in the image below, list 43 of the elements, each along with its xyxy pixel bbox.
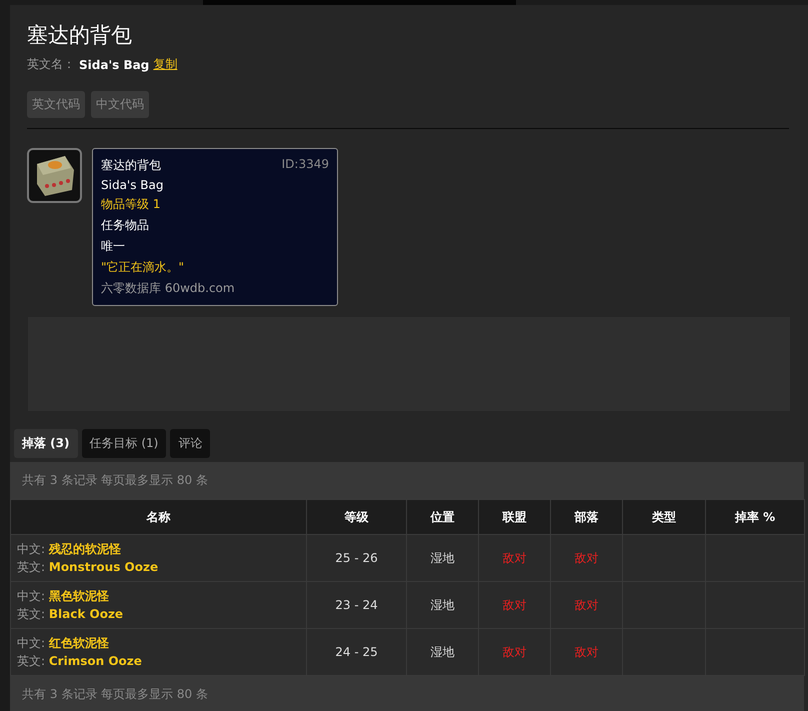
tooltip-line: Sida's Bag (101, 178, 164, 192)
record-summary: 共有 3 条记录 每页最多显示 80 条 (10, 462, 804, 499)
alliance-cell: 敌对 (478, 582, 550, 628)
item-id: ID:3349 (282, 157, 329, 173)
location-cell: 湿地 (406, 628, 478, 676)
column-header: 等级 (306, 500, 406, 534)
level-cell: 23 - 24 (306, 582, 406, 628)
english-name: 英文: Black Ooze (17, 606, 124, 623)
tab[interactable]: 评论 (170, 429, 210, 458)
bag-icon (27, 148, 82, 203)
column-header: 掉率 % (706, 500, 804, 534)
alliance-cell: 敌对 (478, 628, 550, 676)
item-name: 塞达的背包 (101, 157, 161, 174)
column-header: 类型 (622, 500, 706, 534)
alliance-cell: 敌对 (478, 534, 550, 582)
horde-cell: 敌对 (550, 628, 622, 676)
level-cell: 25 - 26 (306, 534, 406, 582)
tab[interactable]: 任务目标 (1) (82, 429, 166, 458)
tooltip-line: 任务物品 (101, 217, 150, 234)
page-title: 塞达的背包 (27, 22, 133, 49)
level-cell: 24 - 25 (306, 628, 406, 676)
english-name: 英文: Monstrous Ooze (17, 559, 160, 576)
tab[interactable]: 掉落 (3) (14, 429, 78, 458)
chinese-name: 中文: 黑色软泥怪 (17, 588, 110, 605)
copy-link[interactable]: 复制 (153, 56, 178, 73)
record-summary: 共有 3 条记录 每页最多显示 80 条 (10, 676, 804, 711)
english-name: 英文: Crimson Ooze (17, 653, 143, 670)
column-header: 联盟 (478, 500, 550, 534)
column-header: 名称 (10, 500, 306, 534)
tooltip-line: 物品等级 1 (101, 196, 162, 213)
chinese-name: 中文: 红色软泥怪 (17, 635, 110, 652)
chinese-name: 中文: 残忍的软泥怪 (17, 541, 122, 558)
tooltip-line: "它正在滴水。" (101, 259, 186, 276)
tooltip-line: 唯一 (101, 238, 126, 255)
english-name-label: 英文名： (27, 56, 75, 73)
column-header: 位置 (406, 500, 478, 534)
location-cell: 湿地 (406, 534, 478, 582)
tooltip-line: 六零数据库 60wdb.com (101, 280, 236, 297)
english-name: Sida's Bag (79, 58, 150, 72)
column-header: 部落 (550, 500, 622, 534)
horde-cell: 敌对 (550, 534, 622, 582)
location-cell: 湿地 (406, 582, 478, 628)
horde-cell: 敌对 (550, 582, 622, 628)
